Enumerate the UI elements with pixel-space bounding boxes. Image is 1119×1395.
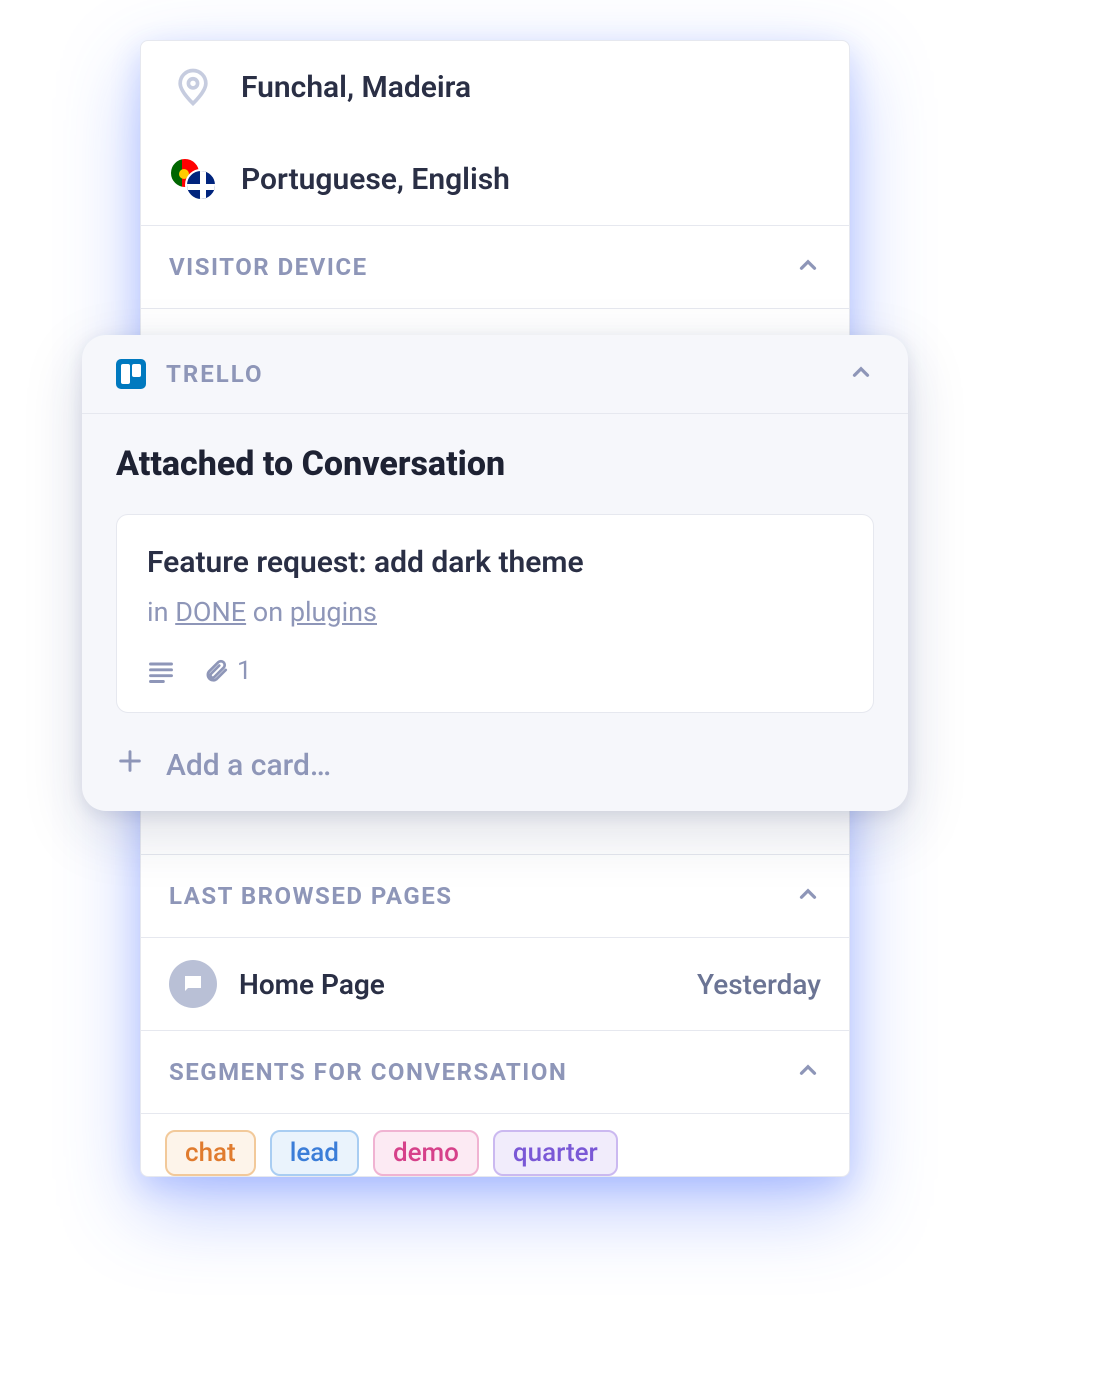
attachment-meta: 1 <box>203 656 252 686</box>
trello-integration-panel: TRELLO Attached to Conversation Feature … <box>82 335 908 811</box>
browsed-page-time: Yesterday <box>697 968 821 1001</box>
in-word: in <box>147 596 168 628</box>
segments-section-header[interactable]: SEGMENTS FOR CONVERSATION <box>141 1030 849 1113</box>
trello-list-link[interactable]: DONE <box>175 596 246 628</box>
location-pin-icon <box>169 63 217 111</box>
segment-tag-quarter[interactable]: quarter <box>493 1130 618 1176</box>
location-text: Funchal, Madeira <box>241 70 471 105</box>
trello-body: Attached to Conversation Feature request… <box>82 414 908 723</box>
chat-bubble-icon <box>169 960 217 1008</box>
languages-text: Portuguese, English <box>241 162 510 197</box>
segment-tag-demo[interactable]: demo <box>373 1130 479 1176</box>
on-word: on <box>253 596 283 628</box>
add-card-label: Add a card… <box>166 748 331 783</box>
segments-row: chat lead demo quarter <box>141 1113 849 1176</box>
trello-board-link[interactable]: plugins <box>290 596 377 628</box>
trello-card-meta: 1 <box>147 656 843 686</box>
visitor-device-title: VISITOR DEVICE <box>169 253 368 281</box>
segments-title: SEGMENTS FOR CONVERSATION <box>169 1058 567 1086</box>
paperclip-icon <box>203 658 229 684</box>
segment-tag-lead[interactable]: lead <box>270 1130 359 1176</box>
chevron-up-icon <box>795 1057 821 1087</box>
plus-icon <box>116 747 144 783</box>
description-icon <box>147 657 175 685</box>
segment-tag-chat[interactable]: chat <box>165 1130 256 1176</box>
trello-card-location: in DONE on plugins <box>147 596 843 628</box>
trello-section-header[interactable]: TRELLO <box>82 335 908 414</box>
visitor-device-section-header[interactable]: VISITOR DEVICE <box>141 225 849 308</box>
browsed-page-name: Home Page <box>239 968 675 1001</box>
trello-card-item[interactable]: Feature request: add dark theme in DONE … <box>116 514 874 713</box>
chevron-up-icon <box>848 359 874 389</box>
chevron-up-icon <box>795 881 821 911</box>
visitor-location-row: Funchal, Madeira <box>141 41 849 133</box>
add-card-button[interactable]: Add a card… <box>82 723 908 811</box>
trello-logo-icon <box>116 359 146 389</box>
last-browsed-title: LAST BROWSED PAGES <box>169 882 452 910</box>
browsed-page-row[interactable]: Home Page Yesterday <box>141 937 849 1030</box>
chevron-up-icon <box>795 252 821 282</box>
last-browsed-section-header[interactable]: LAST BROWSED PAGES <box>141 854 849 937</box>
trello-heading: Attached to Conversation <box>116 444 874 484</box>
attachment-count: 1 <box>237 656 252 686</box>
visitor-languages-row: Portuguese, English <box>141 133 849 225</box>
trello-card-title: Feature request: add dark theme <box>147 545 843 580</box>
language-flags-icon <box>169 155 217 203</box>
trello-title: TRELLO <box>166 360 828 388</box>
